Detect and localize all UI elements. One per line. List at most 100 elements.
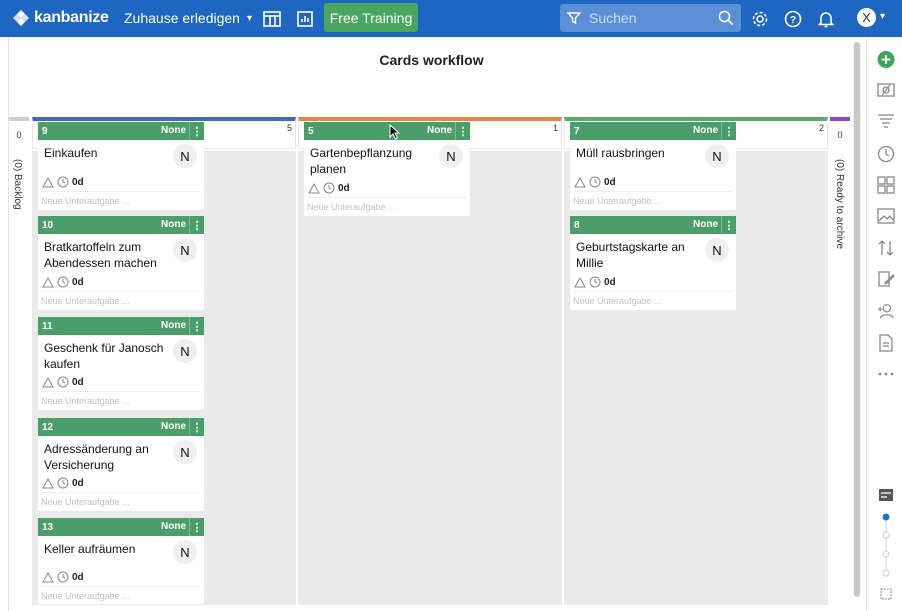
card-menu-icon[interactable]: ⋮: [189, 216, 204, 234]
free-training-button[interactable]: Free Training: [324, 3, 418, 32]
kanbanize-logo[interactable]: kanbanize: [12, 9, 109, 27]
card-title[interactable]: Geschenk für Janosch kaufen: [44, 340, 168, 372]
new-subtask-input[interactable]: Neue Unteraufgabe ...: [307, 197, 467, 212]
card-title[interactable]: Einkaufen: [44, 145, 168, 161]
card-header[interactable]: 11 None ⋮: [38, 317, 204, 335]
analytics-icon[interactable]: [295, 9, 315, 29]
board-selector[interactable]: Zuhause erledigen ▾: [124, 10, 252, 26]
card[interactable]: 10 None ⋮ Bratkartoffeln zum Abendessen …: [38, 216, 204, 310]
card-assignee-avatar[interactable]: N: [705, 238, 729, 262]
card-view-toggle-icon[interactable]: [877, 486, 895, 504]
new-subtask-input[interactable]: Neue Unteraufgabe ...: [41, 492, 201, 507]
new-subtask-input[interactable]: Neue Unteraufgabe ...: [573, 291, 733, 306]
card-assignee-avatar[interactable]: N: [173, 540, 197, 564]
card[interactable]: 8 None ⋮ Geburtstagskarte an Millie N 0d…: [570, 216, 736, 310]
new-subtask-input[interactable]: Neue Unteraufgabe ...: [41, 191, 201, 206]
new-subtask-input[interactable]: Neue Unteraufgabe ...: [41, 586, 201, 601]
card-title[interactable]: Müll rausbringen: [576, 145, 700, 161]
edit-notes-icon[interactable]: [877, 270, 895, 288]
column-count: 5: [286, 123, 292, 133]
new-subtask-input[interactable]: Neue Unteraufgabe ...: [41, 291, 201, 306]
document-icon[interactable]: [877, 334, 895, 352]
card-title[interactable]: Adressänderung an Versicherung: [44, 441, 168, 473]
backlog-column[interactable]: 0 (0) Backlog: [9, 117, 29, 210]
scrollbar-thumb[interactable]: [854, 42, 860, 597]
card[interactable]: 13 None ⋮ Keller aufräumen N 0d Neue Unt…: [38, 518, 204, 604]
add-card-icon[interactable]: [877, 50, 895, 68]
settings-gear-icon[interactable]: [750, 9, 770, 29]
card-header[interactable]: 12 None ⋮: [38, 418, 204, 436]
card-priority[interactable]: None: [161, 521, 186, 532]
card[interactable]: 11 None ⋮ Geschenk für Janosch kaufen N …: [38, 317, 204, 410]
card-menu-icon[interactable]: ⋮: [189, 317, 204, 335]
board-switch-icon[interactable]: [877, 176, 895, 194]
search-icon[interactable]: [718, 10, 734, 26]
card-id: 8: [574, 219, 580, 231]
column-count: 2: [818, 123, 824, 133]
card-header[interactable]: 5 None ⋮: [304, 122, 470, 140]
notifications-bell-icon[interactable]: [816, 9, 836, 29]
hide-cards-icon[interactable]: [877, 81, 895, 99]
card-priority[interactable]: None: [161, 320, 186, 331]
filter-funnel-icon[interactable]: [877, 112, 895, 130]
card-menu-icon[interactable]: ⋮: [721, 216, 736, 234]
help-icon[interactable]: ?: [783, 9, 803, 29]
zoom-slider[interactable]: [877, 507, 895, 607]
card-header[interactable]: 8 None ⋮: [570, 216, 736, 234]
card[interactable]: 5 None ⋮ Gartenbepflanzung planen N 0d N…: [304, 122, 470, 216]
card-header[interactable]: 10 None ⋮: [38, 216, 204, 234]
card-assignee-avatar[interactable]: N: [173, 144, 197, 168]
warning-triangle-icon: [574, 276, 586, 287]
filter-icon[interactable]: [567, 11, 581, 25]
board-view-icon[interactable]: [262, 9, 282, 29]
more-options-icon[interactable]: [877, 365, 895, 383]
image-icon[interactable]: [877, 207, 895, 225]
card-menu-icon[interactable]: ⋮: [455, 122, 470, 140]
card-title[interactable]: Keller aufräumen: [44, 541, 168, 557]
card[interactable]: 9 None ⋮ Einkaufen N 0d Neue Unteraufgab…: [38, 122, 204, 210]
card-assignee-avatar[interactable]: N: [173, 339, 197, 363]
card-priority[interactable]: None: [427, 125, 452, 136]
board-name-label: Zuhause erledigen: [124, 10, 240, 26]
card-assignee-avatar[interactable]: N: [173, 440, 197, 464]
card-priority[interactable]: None: [693, 219, 718, 230]
card[interactable]: 7 None ⋮ Müll rausbringen N 0d Neue Unte…: [570, 122, 736, 210]
card-priority[interactable]: None: [161, 125, 186, 136]
card-title[interactable]: Bratkartoffeln zum Abendessen machen: [44, 239, 168, 271]
card-menu-icon[interactable]: ⋮: [189, 518, 204, 536]
clock-icon: [57, 376, 69, 388]
card-id: 11: [42, 320, 53, 332]
board-scrollbar[interactable]: [853, 42, 861, 597]
user-menu-chevron-icon[interactable]: ▾: [880, 11, 885, 22]
card-header[interactable]: 9 None ⋮: [38, 122, 204, 140]
card-header[interactable]: 13 None ⋮: [38, 518, 204, 536]
add-user-icon[interactable]: [877, 302, 895, 320]
card-menu-icon[interactable]: ⋮: [189, 122, 204, 140]
search-field[interactable]: Suchen: [560, 4, 741, 32]
archive-column[interactable]: 0 (0) Ready to archive: [830, 117, 850, 249]
card[interactable]: 12 None ⋮ Adressänderung an Versicherung…: [38, 418, 204, 511]
search-placeholder: Suchen: [589, 10, 637, 26]
card-title[interactable]: Geburtstagskarte an Millie: [576, 239, 700, 271]
card-assignee-avatar[interactable]: N: [705, 144, 729, 168]
card-header[interactable]: 7 None ⋮: [570, 122, 736, 140]
card-id: 12: [42, 421, 54, 433]
card-title[interactable]: Gartenbepflanzung planen: [310, 145, 434, 177]
card-assignee-avatar[interactable]: N: [173, 238, 197, 262]
card-priority[interactable]: None: [161, 219, 186, 230]
card-time: 0d: [604, 276, 616, 288]
new-subtask-input[interactable]: Neue Unteraufgabe ...: [573, 191, 733, 206]
card-menu-icon[interactable]: ⋮: [189, 418, 204, 436]
logo-icon: [13, 10, 29, 26]
card-assignee-avatar[interactable]: N: [439, 144, 463, 168]
new-subtask-input[interactable]: Neue Unteraufgabe ...: [41, 391, 201, 406]
user-avatar[interactable]: X: [857, 8, 876, 27]
history-clock-icon[interactable]: [877, 145, 895, 163]
card-meta: 0d: [308, 182, 350, 194]
card-menu-icon[interactable]: ⋮: [721, 122, 736, 140]
warning-triangle-icon: [42, 571, 54, 582]
sort-arrows-icon[interactable]: [877, 239, 895, 257]
chevron-down-icon: ▾: [246, 12, 253, 24]
card-priority[interactable]: None: [693, 125, 718, 136]
card-priority[interactable]: None: [161, 421, 186, 432]
